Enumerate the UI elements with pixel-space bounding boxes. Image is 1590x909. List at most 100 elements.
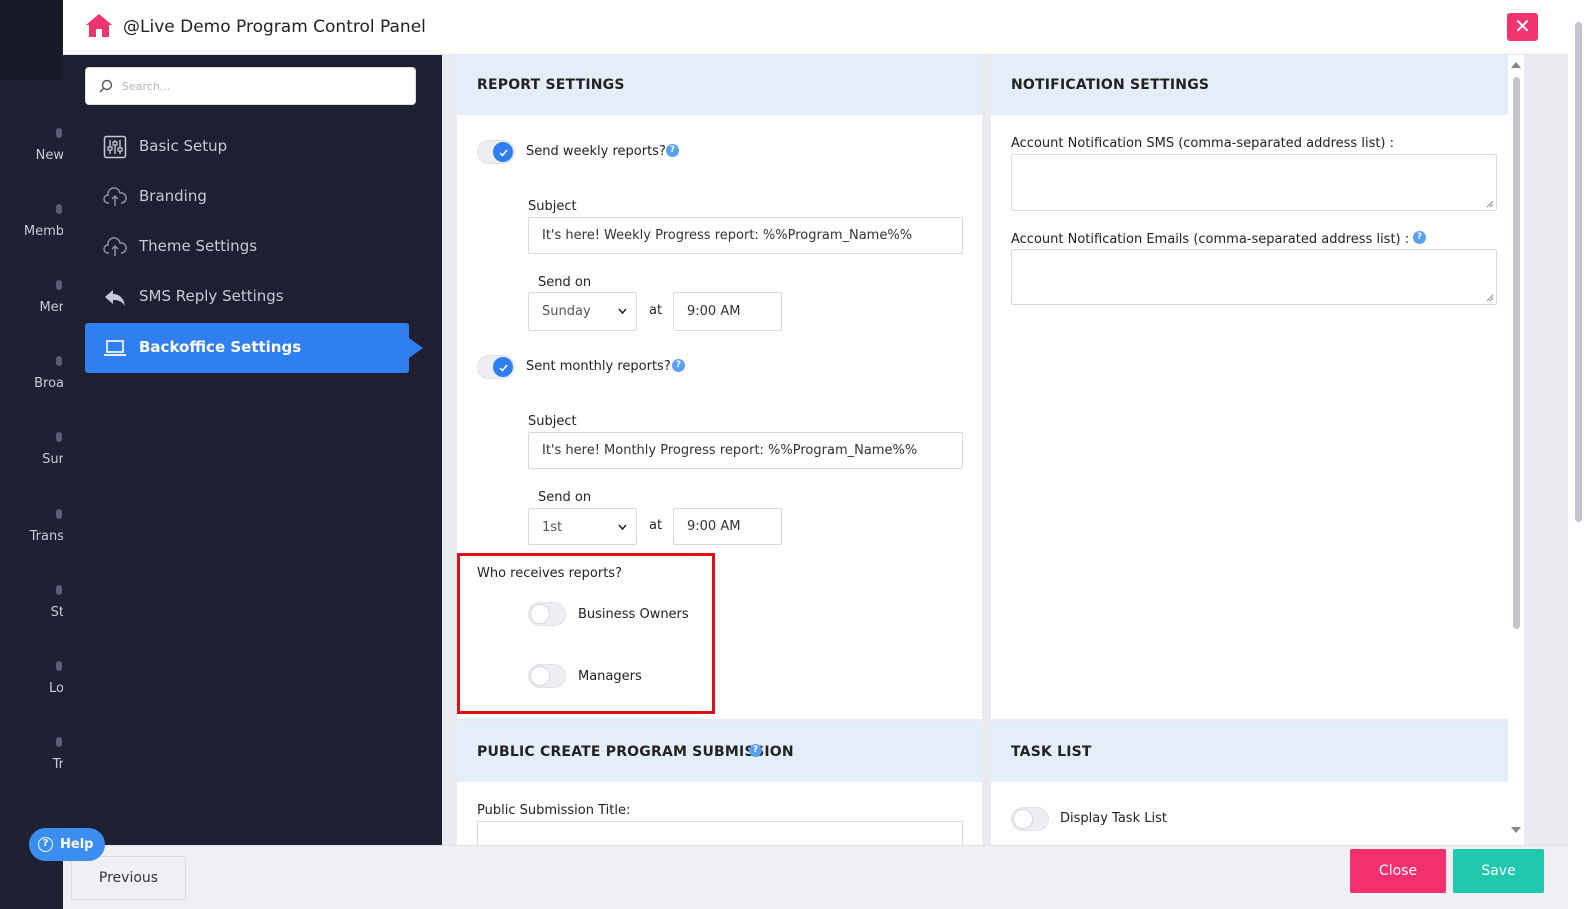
search-input[interactable] — [122, 76, 402, 96]
public-submission-title-input[interactable] — [477, 821, 963, 845]
nav-item-basic-setup[interactable]: Basic Setup — [85, 122, 409, 172]
chevron-down-icon — [618, 308, 627, 314]
email-notification-label: Account Notification Emails (comma-separ… — [1011, 232, 1410, 247]
select-value: 1st — [542, 520, 563, 535]
check-icon — [499, 149, 508, 157]
background-nav-item: Broa — [0, 356, 64, 391]
background-nav-item: Lo — [0, 661, 64, 696]
weekly-reports-label: Send weekly reports? — [526, 144, 666, 159]
content-scrollbar[interactable] — [1508, 55, 1524, 845]
modal-header: @Live Demo Program Control Panel ✕ — [63, 0, 1568, 55]
scroll-down-arrow-icon[interactable] — [1511, 827, 1521, 833]
page-scrollbar-thumb[interactable] — [1575, 22, 1582, 522]
settings-content: REPORT SETTINGS Send weekly reports? ? S… — [442, 55, 1568, 845]
help-button[interactable]: ? Help — [29, 828, 105, 861]
background-nav-item: Memb — [0, 204, 64, 239]
toggle-knob — [493, 357, 513, 377]
cloud-upload-icon — [103, 237, 127, 256]
monthly-subject-input[interactable]: It's here! Monthly Progress report: %%Pr… — [528, 432, 963, 469]
card-header: TASK LIST — [991, 722, 1517, 782]
help-icon[interactable]: ? — [1413, 231, 1426, 244]
modal-footer: Previous Close Save — [63, 845, 1568, 909]
background-nav-item: Sur — [0, 432, 64, 467]
nav-item-branding[interactable]: Branding — [85, 172, 409, 222]
nav-item-label: Branding — [139, 187, 207, 205]
nav-item-sms-reply-settings[interactable]: SMS Reply Settings — [85, 272, 409, 322]
monthly-send-on-label: Send on — [538, 490, 592, 505]
search-box — [85, 67, 416, 105]
task-list-card: TASK LIST Display Task List — [991, 722, 1517, 845]
sms-notification-textarea[interactable] — [1011, 154, 1497, 211]
at-label: at — [649, 518, 663, 533]
nav-item-label: Backoffice Settings — [139, 338, 302, 356]
background-nav-item: Tr — [0, 737, 64, 772]
settings-nav: Basic Setup Branding Theme Settings SMS … — [63, 55, 442, 845]
card-header: PUBLIC CREATE PROGRAM SUBMISSION ? — [457, 722, 982, 782]
scroll-up-arrow-icon[interactable] — [1511, 62, 1521, 68]
nav-item-label: SMS Reply Settings — [139, 287, 284, 305]
laptop-icon — [104, 340, 126, 356]
nav-item-label: Theme Settings — [139, 237, 258, 255]
toggle-knob — [1013, 809, 1033, 829]
card-title: REPORT SETTINGS — [477, 77, 625, 93]
home-icon — [86, 14, 112, 37]
help-icon[interactable]: ? — [672, 359, 685, 372]
weekly-reports-toggle[interactable] — [477, 140, 515, 164]
help-icon[interactable]: ? — [666, 144, 679, 157]
reply-all-icon — [105, 290, 125, 306]
public-submission-title-label: Public Submission Title: — [477, 803, 631, 818]
monthly-subject-label: Subject — [528, 414, 577, 429]
weekly-subject-label: Subject — [528, 199, 577, 214]
notification-settings-card: NOTIFICATION SETTINGS Account Notificati… — [991, 55, 1517, 719]
control-panel-modal: @Live Demo Program Control Panel ✕ Basic… — [63, 0, 1568, 909]
monthly-time-input[interactable]: 9:00 AM — [673, 508, 782, 545]
weekly-time-input[interactable]: 9:00 AM — [673, 292, 782, 331]
sms-notification-label: Account Notification SMS (comma-separate… — [1011, 136, 1395, 151]
background-app-sidebar: New Memb Mer Broa Sur Trans St Lo Tr — [0, 0, 64, 909]
modal-title: @Live Demo Program Control Panel — [123, 17, 426, 37]
search-icon — [99, 79, 113, 93]
display-task-list-label: Display Task List — [1060, 811, 1167, 826]
close-button[interactable]: Close — [1350, 849, 1446, 893]
card-title: PUBLIC CREATE PROGRAM SUBMISSION — [477, 744, 794, 760]
toggle-knob — [493, 142, 513, 162]
question-circle-icon: ? — [38, 837, 53, 852]
card-title: TASK LIST — [1011, 744, 1092, 760]
at-label: at — [649, 303, 663, 318]
nav-item-label: Basic Setup — [139, 137, 228, 155]
resize-grip-icon[interactable] — [1486, 294, 1494, 302]
scrollbar-thumb[interactable] — [1513, 77, 1520, 629]
card-header: NOTIFICATION SETTINGS — [991, 55, 1517, 115]
chevron-down-icon — [618, 524, 627, 530]
highlight-box — [457, 553, 715, 714]
email-notification-textarea[interactable] — [1011, 249, 1497, 305]
background-nav-item: Mer — [0, 280, 64, 315]
save-button[interactable]: Save — [1453, 849, 1544, 893]
page-scrollbar[interactable] — [1568, 0, 1590, 909]
card-title: NOTIFICATION SETTINGS — [1011, 77, 1210, 93]
monthly-reports-label: Sent monthly reports? — [526, 359, 671, 374]
select-value: Sunday — [542, 304, 591, 319]
check-icon — [499, 364, 508, 372]
sliders-icon — [103, 135, 127, 159]
help-icon[interactable]: ? — [749, 744, 762, 757]
background-nav-item: St — [0, 585, 64, 620]
weekly-send-on-label: Send on — [538, 275, 592, 290]
close-modal-button[interactable]: ✕ — [1507, 13, 1538, 41]
monthly-reports-toggle[interactable] — [477, 355, 515, 379]
background-nav-item: New — [0, 128, 64, 163]
nav-item-backoffice-settings[interactable]: Backoffice Settings — [85, 323, 423, 373]
weekly-subject-input[interactable]: It's here! Weekly Progress report: %%Pro… — [528, 217, 963, 254]
nav-item-theme-settings[interactable]: Theme Settings — [85, 222, 409, 272]
public-submission-card: PUBLIC CREATE PROGRAM SUBMISSION ? Publi… — [457, 722, 982, 845]
weekly-day-select[interactable]: Sunday — [528, 292, 637, 331]
resize-grip-icon[interactable] — [1486, 200, 1494, 208]
help-label: Help — [60, 837, 94, 852]
background-nav-item: Trans — [0, 509, 64, 544]
display-task-list-toggle[interactable] — [1011, 807, 1049, 831]
card-header: REPORT SETTINGS — [457, 55, 982, 115]
monthly-day-select[interactable]: 1st — [528, 508, 637, 545]
background-app-logo-area — [0, 0, 64, 80]
cloud-upload-icon — [103, 187, 127, 206]
previous-button[interactable]: Previous — [71, 856, 186, 900]
